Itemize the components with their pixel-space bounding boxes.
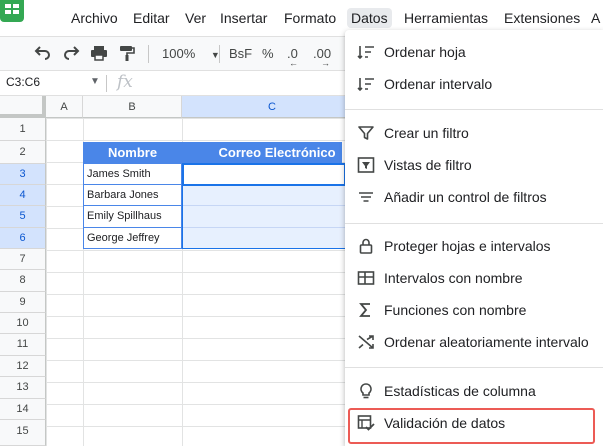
header-cell-correo[interactable]: Correo Electrónico [182, 142, 342, 164]
menu-item-crear-filtro[interactable]: Crear un filtro [345, 118, 603, 148]
menu-herramientas[interactable]: Herramientas [404, 8, 488, 28]
menu-item-label: Añadir un control de filtros [384, 189, 547, 205]
menu-item-funciones-nombre[interactable]: Funciones con nombre [345, 295, 603, 325]
menu-item-control-filtros[interactable]: Añadir un control de filtros [345, 182, 603, 212]
row-header[interactable]: 9 [0, 292, 46, 313]
decrease-decimals-button[interactable]: .0 ← [287, 44, 298, 68]
menu-item-intervalos-nombre[interactable]: Intervalos con nombre [345, 263, 603, 293]
menu-item-label: Estadísticas de columna [384, 383, 536, 399]
chevron-down-icon[interactable]: ▼ [90, 76, 100, 87]
row-header[interactable]: 14 [0, 399, 46, 420]
menu-item-label: Ordenar intervalo [384, 76, 493, 92]
menu-item-label: Proteger hojas e intervalos [384, 238, 551, 254]
column-header-b[interactable]: B [83, 96, 182, 118]
menu-item-proteger[interactable]: Proteger hojas e intervalos [345, 231, 603, 261]
menu-separator [345, 109, 603, 110]
menu-item-label: Ordenar hoja [384, 44, 466, 60]
menu-item-label: Funciones con nombre [384, 302, 527, 318]
header-cell-nombre[interactable]: Nombre [83, 142, 182, 164]
column-header-a[interactable]: A [46, 96, 83, 118]
row-header[interactable]: 2 [0, 141, 46, 164]
menu-insertar[interactable]: Insertar [220, 8, 267, 28]
shuffle-icon [358, 335, 374, 349]
menu-item-ordenar-hoja[interactable]: Ordenar hoja [345, 37, 603, 67]
menu-separator [345, 223, 603, 224]
zoom-select[interactable]: 100% ▼ [162, 44, 220, 64]
zoom-value: 100% [162, 46, 196, 61]
toolbar-separator [148, 45, 149, 63]
menu-ayuda[interactable]: A [591, 8, 600, 28]
toolbar-separator [219, 45, 220, 63]
redo-icon[interactable] [62, 44, 80, 64]
menu-item-label: Ordenar aleatoriamente intervalo [384, 334, 589, 350]
lock-icon [359, 238, 373, 254]
menu-item-label: Intervalos con nombre [384, 270, 523, 286]
table-cell-name[interactable]: George Jeffrey [83, 228, 182, 249]
menu-item-ordenar-intervalo[interactable]: Ordenar intervalo [345, 69, 603, 99]
slicer-icon [359, 192, 373, 202]
menu-item-vistas-filtro[interactable]: Vistas de filtro [345, 150, 603, 180]
arrow-right-icon: → [321, 58, 330, 68]
menu-extensiones[interactable]: Extensiones [504, 8, 580, 28]
row-header[interactable]: 15 [0, 420, 46, 446]
menu-datos[interactable]: Datos [347, 8, 392, 28]
menu-archivo[interactable]: Archivo [71, 8, 118, 28]
name-box[interactable]: C3:C6 [6, 75, 40, 89]
row-header[interactable]: 11 [0, 334, 46, 356]
menu-formato[interactable]: Formato [284, 8, 336, 28]
undo-icon[interactable] [34, 44, 52, 64]
table-cell-name[interactable]: James Smith [83, 164, 182, 185]
row-header[interactable]: 4 [0, 185, 46, 206]
sort-icon [357, 46, 374, 60]
named-ranges-icon [357, 271, 375, 285]
row-header[interactable]: 13 [0, 377, 46, 399]
paint-format-icon[interactable] [118, 44, 136, 64]
menu-ver[interactable]: Ver [185, 8, 206, 28]
datos-menu: Ordenar hoja Ordenar intervalo Crear un … [345, 30, 603, 446]
sigma-icon [359, 303, 370, 317]
active-cell[interactable] [182, 163, 346, 186]
sheets-logo-icon[interactable] [0, 0, 24, 22]
sort-range-icon [357, 78, 374, 92]
row-header[interactable]: 6 [0, 228, 46, 249]
row-header[interactable]: 8 [0, 270, 46, 292]
row-header[interactable]: 12 [0, 356, 46, 377]
row-header[interactable]: 7 [0, 249, 46, 270]
row-header[interactable]: 1 [0, 118, 46, 141]
highlight-annotation [348, 408, 595, 444]
menu-item-label: Vistas de filtro [384, 157, 472, 173]
row-header[interactable]: 10 [0, 313, 46, 334]
filter-views-icon [357, 157, 375, 173]
formula-bar-separator [106, 75, 107, 92]
fx-icon: fx [117, 72, 133, 92]
select-all-corner[interactable] [0, 96, 46, 118]
menu-item-label: Crear un filtro [384, 125, 469, 141]
table-cell-name[interactable]: Barbara Jones [83, 185, 182, 206]
currency-format-button[interactable]: BsF [229, 44, 252, 64]
menu-item-ordenar-aleatorio[interactable]: Ordenar aleatoriamente intervalo [345, 327, 603, 357]
menu-item-estadisticas[interactable]: Estadísticas de columna [345, 376, 603, 406]
arrow-left-icon: ← [289, 58, 298, 68]
row-header[interactable]: 5 [0, 206, 46, 228]
menu-separator [345, 367, 603, 368]
table-cell-name[interactable]: Emily Spillhaus [83, 206, 182, 228]
filter-icon [358, 126, 374, 140]
row-header[interactable]: 3 [0, 164, 46, 185]
percent-format-button[interactable]: % [262, 44, 274, 64]
lightbulb-icon [360, 383, 372, 399]
menu-editar[interactable]: Editar [133, 8, 170, 28]
column-header-c-label: C [268, 101, 276, 113]
increase-decimals-button[interactable]: .00 → [313, 44, 331, 68]
print-icon[interactable] [90, 44, 108, 64]
